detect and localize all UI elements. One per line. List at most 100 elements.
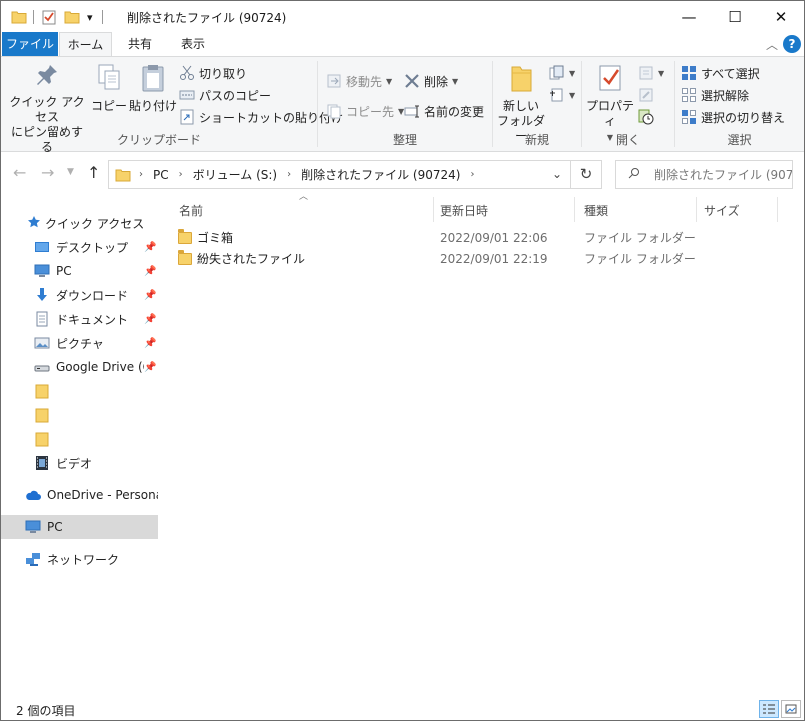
scissors-icon [179, 65, 195, 81]
large-icons-view-button[interactable] [781, 700, 801, 718]
easy-access-button[interactable]: ▼ [549, 85, 575, 105]
breadcrumb-chevron-icon[interactable]: › [139, 169, 143, 180]
copy-label: コピー [90, 99, 127, 113]
title-bar: ▾ 削除されたファイル (90724) — ☐ ✕ [1, 1, 804, 32]
pin-icon: 📌 [144, 289, 157, 301]
close-button[interactable]: ✕ [758, 1, 804, 32]
recent-locations-chevron-icon[interactable]: ▼ [67, 167, 74, 177]
move-to-label: 移動先 [346, 74, 383, 89]
sidebar-item-videos[interactable]: ビデオ [1, 451, 158, 475]
breadcrumb-current[interactable]: 削除されたファイル (90724) [301, 166, 460, 183]
new-item-button[interactable]: ▼ [549, 63, 575, 83]
back-arrow-icon[interactable]: ← [13, 163, 26, 182]
file-row[interactable]: 紛失されたファイル 2022/09/01 22:19 ファイル フォルダー [178, 248, 698, 269]
sidebar-onedrive-label: OneDrive - Personal [47, 488, 158, 502]
select-all-icon [681, 65, 697, 81]
column-divider[interactable] [574, 197, 575, 222]
sidebar-item-folder-2[interactable] [1, 403, 158, 427]
invert-selection-button[interactable]: 選択の切り替え [681, 107, 785, 127]
edit-button[interactable] [638, 85, 658, 105]
select-none-button[interactable]: 選択解除 [681, 85, 749, 105]
column-divider[interactable] [777, 197, 778, 222]
sidebar-quick-access[interactable]: クイック アクセス [1, 211, 158, 235]
refresh-button[interactable]: ↻ [571, 160, 602, 189]
sidebar-item-label: Google Drive (G: [56, 360, 144, 374]
sidebar-item-pc[interactable]: PC 📌 [1, 259, 158, 283]
rename-button[interactable]: 名前の変更 [404, 101, 484, 121]
file-row[interactable]: ゴミ箱 2022/09/01 22:06 ファイル フォルダー [178, 227, 698, 248]
open-button[interactable]: ▼ [638, 63, 664, 83]
column-header-name[interactable]: 名前 [179, 201, 203, 221]
folder-icon [34, 407, 50, 423]
breadcrumb-chevron-icon[interactable]: › [179, 169, 183, 180]
edit-icon [638, 87, 654, 103]
tab-home[interactable]: ホーム [59, 32, 112, 57]
sidebar-item-label: デスクトップ [56, 240, 129, 255]
pin-icon: 📌 [144, 265, 157, 277]
paste-button[interactable]: 貼り付け [129, 63, 177, 114]
sidebar-item-google-drive[interactable]: Google Drive (G: 📌 [1, 355, 158, 379]
open-group-label: 開く [615, 133, 640, 147]
copy-button[interactable]: コピー [89, 63, 129, 114]
column-header-type[interactable]: 種類 [584, 201, 608, 221]
breadcrumb-chevron-icon[interactable]: › [287, 169, 291, 180]
sidebar-quick-access-label: クイック アクセス [45, 216, 145, 231]
address-dropdown-chevron-icon[interactable]: ⌄ [552, 167, 562, 181]
invert-selection-label: 選択の切り替え [701, 110, 786, 125]
invert-selection-icon [681, 109, 697, 125]
tab-share[interactable]: 共有 [117, 32, 163, 56]
delete-x-icon [404, 73, 420, 89]
navigation-pane: クイック アクセス デスクトップ 📌 PC 📌 ダウンロード 📌 ドキュメント … [1, 197, 159, 691]
details-view-button[interactable] [759, 700, 779, 718]
sidebar-onedrive[interactable]: OneDrive - Personal [1, 483, 158, 507]
breadcrumb-pc[interactable]: PC [153, 168, 169, 182]
folder-icon [34, 431, 50, 447]
open-group: プロパティ ▼ ▼ 開く [582, 57, 674, 151]
history-button[interactable] [638, 107, 658, 127]
tab-view[interactable]: 表示 [171, 32, 215, 56]
move-to-button[interactable]: 移動先 ▼ [326, 71, 392, 91]
video-icon [34, 455, 50, 471]
sidebar-item-downloads[interactable]: ダウンロード 📌 [1, 283, 158, 307]
cut-button[interactable]: 切り取り [179, 63, 247, 83]
sidebar-item-pictures[interactable]: ピクチャ 📌 [1, 331, 158, 355]
tab-file[interactable]: ファイル [2, 32, 58, 56]
column-divider[interactable] [696, 197, 697, 222]
search-input[interactable]: 削除されたファイル (90724)... [615, 160, 793, 189]
sidebar-item-documents[interactable]: ドキュメント 📌 [1, 307, 158, 331]
file-type: ファイル フォルダー [584, 252, 696, 266]
minimize-button[interactable]: — [666, 1, 712, 32]
ribbon: クイック アクセス にピン留めする コピー 貼り付け 切り取り パスのコピー シ… [1, 56, 804, 154]
column-header-size[interactable]: サイズ [704, 201, 740, 221]
document-icon [34, 311, 50, 327]
new-folder-icon[interactable] [64, 7, 80, 27]
folder-icon [178, 249, 192, 265]
breadcrumb-chevron-icon[interactable]: › [470, 169, 474, 180]
properties-icon[interactable] [41, 7, 57, 27]
sidebar-item-folder-3[interactable] [1, 427, 158, 451]
collapse-ribbon-icon[interactable]: ︿ [766, 36, 778, 53]
copy-path-button[interactable]: パスのコピー [179, 85, 271, 105]
column-header-modified[interactable]: 更新日時 [440, 201, 488, 221]
address-bar[interactable]: › PC › ボリューム (S:) › 削除されたファイル (90724) › … [108, 160, 571, 189]
properties-label: プロパティ [585, 99, 634, 128]
sidebar-item-desktop[interactable]: デスクトップ 📌 [1, 235, 158, 259]
breadcrumb-volume[interactable]: ボリューム (S:) [193, 166, 277, 183]
copy-to-button[interactable]: コピー先 ▼ [326, 101, 404, 121]
sidebar-item-label: PC [56, 264, 72, 278]
rename-icon [404, 103, 420, 119]
sidebar-network[interactable]: ネットワーク [1, 547, 158, 571]
help-icon[interactable]: ? [783, 35, 801, 53]
select-all-button[interactable]: すべて選択 [681, 63, 760, 83]
maximize-button[interactable]: ☐ [712, 1, 758, 32]
forward-arrow-icon[interactable]: → [41, 163, 54, 182]
ribbon-tabs: ファイル ホーム 共有 表示 ︿ ? [1, 32, 804, 57]
customize-qa-dropdown[interactable]: ▾ [87, 7, 93, 27]
sidebar-pc[interactable]: PC [1, 515, 158, 539]
delete-label: 削除 [424, 74, 449, 89]
sidebar-item-folder-1[interactable] [1, 379, 158, 403]
column-divider[interactable] [433, 197, 434, 222]
up-arrow-icon[interactable]: ↑ [87, 163, 100, 182]
delete-button[interactable]: 削除 ▼ [404, 71, 458, 91]
pictures-icon [34, 335, 50, 351]
